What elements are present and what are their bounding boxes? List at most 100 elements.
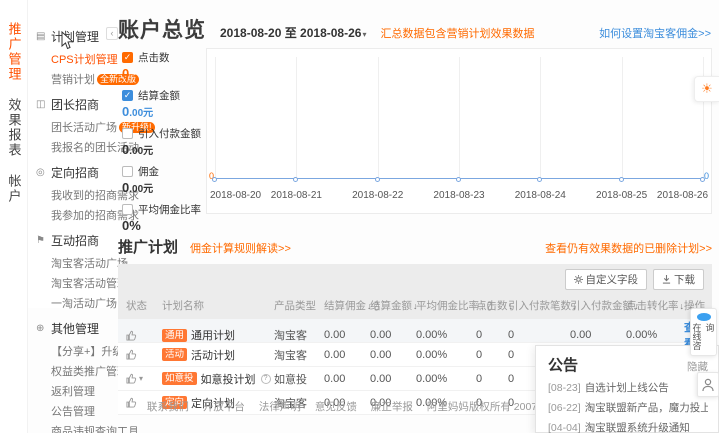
plan-status-cell[interactable]: [126, 349, 162, 360]
custom-fields-button[interactable]: 自定义字段: [565, 269, 648, 290]
column-header-点击转化率[interactable]: 点击转化率↓: [626, 298, 684, 313]
sidebar-section-header[interactable]: ⚑互动招商: [36, 232, 120, 249]
vertical-tab-效果报表[interactable]: 效果报表: [7, 98, 21, 158]
footer-link[interactable]: 意见反馈: [315, 399, 357, 414]
metric-value-suffix: .00元: [129, 184, 153, 195]
announcement-item[interactable]: [04-04]淘宝联盟系统升级通知: [548, 420, 708, 433]
sidebar-item[interactable]: 淘宝客活动管理: [36, 273, 120, 293]
sidebar-item[interactable]: 返利管理: [36, 381, 120, 401]
plan-status-cell[interactable]: [126, 330, 162, 341]
footer-link[interactable]: 廉正举报: [371, 399, 413, 414]
metric-value-cell: 0.00: [370, 373, 416, 385]
column-header-引入付款金额[interactable]: 引入付款金额↓: [570, 298, 626, 313]
sidebar-section: ◫团长招商团长活动广场新升级!我报名的团长活动: [36, 96, 120, 157]
info-icon[interactable]: ?: [261, 374, 271, 384]
column-label: 产品类型: [274, 298, 316, 313]
metric-value-cell: 0.00%: [626, 329, 684, 341]
sidebar-item[interactable]: 营销计划全新改版: [36, 69, 120, 89]
chart-data-point: [700, 177, 705, 182]
metric-value-cell: 0.00%: [416, 329, 476, 341]
chart-gridline: [215, 57, 216, 179]
plan-name-cell: 如意投如意投计划?: [162, 371, 274, 387]
metric-toggle[interactable]: ✓结算金额: [122, 88, 206, 103]
metric-checkbox[interactable]: [122, 166, 133, 177]
online-consult-widget[interactable]: 在线咨询: [690, 308, 717, 356]
announcement-date: [06-22]: [548, 402, 581, 414]
table-toolbar-band: 自定义字段 下载 状态计划名称产品类型结算佣金↓?结算金额↓平均佣金比率↓?点击…: [118, 264, 712, 319]
expand-caret-icon[interactable]: ▾: [139, 374, 143, 383]
sidebar-item[interactable]: 淘宝客活动广场: [36, 253, 120, 273]
metric-checkbox[interactable]: [122, 204, 133, 215]
chart-data-point: [537, 177, 542, 182]
announcement-text: 自选计划上线公告: [585, 382, 669, 394]
metric-toggle[interactable]: 引入付款金额: [122, 126, 206, 141]
footer-link[interactable]: 开放平台: [203, 399, 245, 414]
chart-x-label: 2018-08-21: [271, 190, 322, 201]
sidebar-section-title: 定向招商: [51, 164, 99, 181]
metric-value: 0: [122, 66, 206, 81]
plan-status-cell[interactable]: ▾: [126, 373, 162, 384]
column-header-引入付款笔数[interactable]: 引入付款笔数↓: [508, 298, 570, 313]
sidebar-section-header[interactable]: ◎定向招商: [36, 164, 120, 181]
metric-value: 0.00元: [122, 142, 206, 157]
sidebar-item[interactable]: 团长活动广场新升级!: [36, 117, 120, 137]
metric-label: 点击数: [138, 50, 170, 65]
sidebar-item[interactable]: 我报名的团长活动: [36, 137, 120, 157]
chevron-down-icon: ▾: [362, 30, 366, 39]
thumb-up-icon: [126, 349, 137, 360]
commission-rule-link[interactable]: 佣金计算规则解读>>: [190, 240, 291, 256]
column-header-平均佣金比率[interactable]: 平均佣金比率↓?: [416, 298, 476, 313]
contact-service-widget[interactable]: [697, 372, 719, 397]
sidebar-item[interactable]: 一淘活动广场: [36, 293, 120, 313]
commission-help-link[interactable]: 如何设置淘宝客佣金>>: [599, 25, 711, 41]
feedback-lamp-widget[interactable]: ☀: [694, 76, 719, 102]
sidebar-item[interactable]: 我收到的招商需求: [36, 185, 120, 205]
sidebar-item[interactable]: 公告管理: [36, 401, 120, 421]
sidebar-collapse-button[interactable]: ‹: [106, 27, 118, 40]
metric-toggle[interactable]: 佣金: [122, 164, 206, 179]
metric-value-suffix: .00元: [129, 108, 153, 119]
plan-icon: ▤: [36, 31, 47, 42]
metric-value-cell: 0.00: [370, 349, 416, 361]
sidebar-item[interactable]: CPS计划管理: [36, 49, 120, 69]
vertical-tabstrip: 推广管理效果报表帐户: [0, 0, 28, 433]
column-header-点击数[interactable]: 点击数↓: [476, 298, 508, 313]
vertical-tab-推广管理[interactable]: 推广管理: [7, 22, 21, 82]
announcement-item[interactable]: [06-22]淘宝联盟新产品，魔力投上线和...: [548, 400, 708, 415]
announcement-panel: 公告 隐藏 [08-23]自选计划上线公告[06-22]淘宝联盟新产品，魔力投上…: [535, 345, 719, 433]
person-icon: [702, 378, 714, 392]
plan-name: 活动计划: [191, 347, 235, 363]
metric-value: 0%: [122, 218, 206, 233]
column-header-结算佣金[interactable]: 结算佣金↓?: [324, 298, 370, 313]
sidebar-menu: ▤计划管理‹ CPS计划管理营销计划全新改版 ◫团长招商团长活动广场新升级!我报名的…: [28, 0, 120, 308]
announcement-item[interactable]: [08-23]自选计划上线公告: [548, 380, 708, 395]
metric-value-suffix: .00元: [129, 146, 153, 157]
metric-checkbox[interactable]: ✓: [122, 52, 133, 63]
sidebar-item[interactable]: 我参加的招商需求: [36, 205, 120, 225]
product-type-cell: 淘宝客: [274, 327, 324, 343]
flag-icon: ⚑: [36, 235, 47, 246]
footer-link[interactable]: 法律声明: [259, 399, 301, 414]
footer-link[interactable]: 联系我们: [147, 399, 189, 414]
metric-checkbox[interactable]: [122, 128, 133, 139]
sidebar-item[interactable]: 【分享+】升级管理: [36, 341, 120, 361]
sidebar-section-header[interactable]: ◫团长招商: [36, 96, 120, 113]
date-range-selector[interactable]: 2018-08-20 至 2018-08-26▾: [220, 24, 366, 41]
download-button[interactable]: 下载: [653, 269, 704, 290]
plan-name: 如意投计划: [201, 371, 256, 387]
sidebar-section: ⊕其他管理【分享+】升级管理权益类推广管理返利管理公告管理商品违规查询工具资质管…: [36, 320, 120, 433]
metric-toggle[interactable]: ✓ 点击数: [122, 50, 206, 65]
column-header-结算金额[interactable]: 结算金额↓: [370, 298, 416, 313]
sidebar-item[interactable]: 商品违规查询工具: [36, 421, 120, 433]
sidebar-section-header[interactable]: ▤计划管理‹: [36, 28, 120, 45]
page-header: 账户总览 2018-08-20 至 2018-08-26▾ 汇总数据包含营销计划…: [118, 14, 711, 44]
vertical-tab-帐户[interactable]: 帐户: [7, 174, 21, 204]
sidebar-section: ⚑互动招商淘宝客活动广场淘宝客活动管理一淘活动广场: [36, 232, 120, 313]
sidebar-item[interactable]: 权益类推广管理: [36, 361, 120, 381]
chart-data-point: [375, 177, 380, 182]
metric-checkbox[interactable]: ✓: [122, 90, 133, 101]
metric-label: 平均佣金比率: [138, 202, 201, 217]
metric-toggle[interactable]: 平均佣金比率: [122, 202, 206, 217]
sidebar-section-header[interactable]: ⊕其他管理: [36, 320, 120, 337]
deleted-plans-link[interactable]: 查看仍有效果数据的已删除计划>>: [545, 240, 712, 256]
